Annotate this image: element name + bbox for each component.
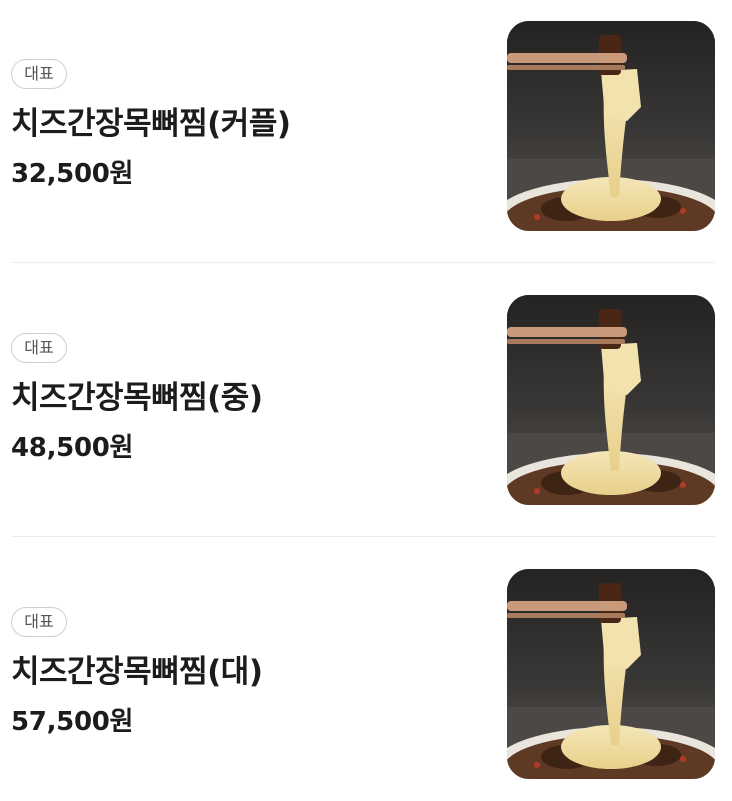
item-price: 57,500원 bbox=[11, 707, 134, 737]
item-price: 32,500원 bbox=[11, 159, 134, 189]
item-photo[interactable] bbox=[507, 569, 715, 779]
menu-item[interactable]: 대표 치즈간장목뼈찜(커플) 32,500원 bbox=[11, 21, 715, 231]
food-photo-icon bbox=[507, 295, 715, 505]
item-name: 치즈간장목뼈찜(대) bbox=[11, 654, 263, 690]
menu-item[interactable]: 대표 치즈간장목뼈찜(대) 57,500원 bbox=[11, 569, 715, 779]
food-photo-icon bbox=[507, 569, 715, 779]
item-photo[interactable] bbox=[507, 21, 715, 231]
item-name: 치즈간장목뼈찜(중) bbox=[11, 380, 263, 416]
food-photo-icon bbox=[507, 21, 715, 231]
menu-list: 대표 치즈간장목뼈찜(커플) 32,500원 대표 치즈간장목뼈찜(중) 48,… bbox=[0, 0, 732, 801]
item-price: 48,500원 bbox=[11, 433, 134, 463]
item-photo[interactable] bbox=[507, 295, 715, 505]
divider bbox=[11, 262, 715, 263]
signature-badge: 대표 bbox=[11, 333, 67, 363]
divider bbox=[11, 536, 715, 537]
menu-item[interactable]: 대표 치즈간장목뼈찜(중) 48,500원 bbox=[11, 295, 715, 505]
signature-badge: 대표 bbox=[11, 59, 67, 89]
item-name: 치즈간장목뼈찜(커플) bbox=[11, 106, 291, 142]
signature-badge: 대표 bbox=[11, 607, 67, 637]
